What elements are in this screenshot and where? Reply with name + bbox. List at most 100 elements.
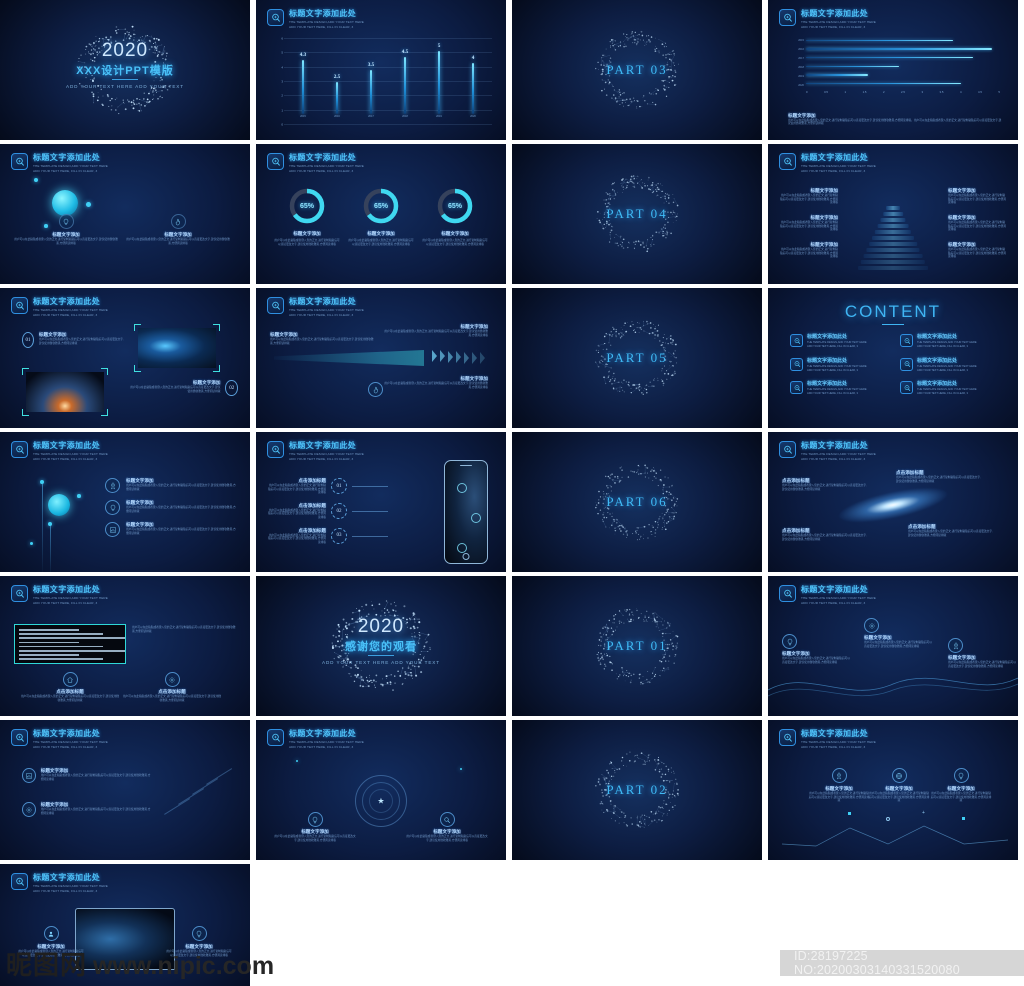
slide-part-03[interactable]: PART 03 xyxy=(512,0,762,140)
wave-item[interactable]: 标题文字添加 用户可以在此粘贴或者键入您的正文,进行复制粘贴后可以直接更改文字,建… xyxy=(948,638,1018,668)
slide-thumbnail-grid: 2020 XXX设计PPT模版 ADD YOUR TEXT HERE ADD YOU… xyxy=(0,0,1024,986)
item-body: 用户可以在此粘贴或者键入您的正文,进行复制粘贴后可以直接更改文字,建议使用微软雅… xyxy=(948,194,1006,205)
galaxy-item[interactable]: 点击添加标题 用户可以在此粘贴或者键入您的正文,进行复制粘贴后可以直接更改文字,建… xyxy=(908,524,994,537)
icon-list-item[interactable]: 标题文字添加 用户可以在此粘贴或者键入您的正文,进行复制粘贴后可以直接更改文字,建… xyxy=(105,478,236,493)
galaxy-item[interactable]: 点击添加标题 用户可以在此粘贴或者键入您的正文,进行复制粘贴后可以直接更改文字,建… xyxy=(896,470,982,483)
laptop-item[interactable]: 标题文字添加 用户可以在此粘贴或者键入您的正文,进行复制粘贴后可以直接更改文字,建… xyxy=(18,926,84,957)
icon-item[interactable]: 标题文字添加 用户可以在此粘贴或者键入您的正文,进行复制粘贴后可以直接更改文字,建… xyxy=(868,768,930,803)
pyramid-step xyxy=(883,212,903,216)
slide-space-images[interactable]: 标题文字添加此处 THE TEMPLATE DESIGN,ADD YOUR TEX… xyxy=(0,288,250,428)
wave-item[interactable]: 标题文字添加 用户可以在此粘贴或者键入您的正文,进行复制粘贴后可以直接更改文字,建… xyxy=(782,634,852,664)
strip-item[interactable]: 点击添加标题 用户可以在此粘贴或者键入您的正文,进行复制粘贴后可以直接更改文字,建… xyxy=(20,672,120,702)
space-image xyxy=(26,372,104,412)
pyramid-label-right[interactable]: 标题文字添加 用户可以在此粘贴或者键入您的正文,进行复制粘贴后可以直接更改文字,建… xyxy=(948,242,1006,259)
icon-item[interactable]: 标题文字添加 用户可以在此粘贴或者键入您的正文,进行复制粘贴后可以直接更改文字,建… xyxy=(808,768,870,803)
item-body: 用户可以在此粘贴或者键入您的正文,进行复制粘贴后可以直接更改文字,建议使用微软雅… xyxy=(908,530,993,537)
content-item[interactable]: 标题文字添加此处 THE TEMPLATE DESIGN,ADD YOUR TEX… xyxy=(790,334,886,349)
bubble-item[interactable]: 标题文字添加 用户可以在此粘贴或者键入您的正文,进行复制粘贴后可以直接更改文字,建… xyxy=(126,214,230,245)
pyramid-step xyxy=(877,224,909,228)
step-item[interactable]: 点击添加标题 用户可以在此粘贴或者键入您的正文,进行复制粘贴后可以直接更改文字,建… xyxy=(268,478,388,495)
pyramid-graphic xyxy=(857,200,929,270)
list-item[interactable]: 标题文字添加 用户可以在此粘贴或者键入您的正文,进行复制粘贴后可以直接更改文字,建… xyxy=(22,768,152,783)
lightbulb-icon xyxy=(60,215,73,228)
slide-content[interactable]: CONTENT 标题文字添加此处 THE TEMPLATE DESIGN,ADD Y… xyxy=(768,288,1018,428)
step-item[interactable]: 点击添加标题 用户可以在此粘贴或者键入您的正文,进行复制粘贴后可以直接更改文字,建… xyxy=(268,528,388,545)
content-item[interactable]: 标题文字添加此处 THE TEMPLATE DESIGN,ADD YOUR TEX… xyxy=(900,334,996,349)
slide-part-02[interactable]: PART 02 xyxy=(512,720,762,860)
content-item[interactable]: 标题文字添加此处 THE TEMPLATE DESIGN,ADD YOUR TEX… xyxy=(900,357,996,373)
slide-pyramid[interactable]: 标题文字添加此处 THE TEMPLATE DESIGN,ADD YOUR TEX… xyxy=(768,144,1018,284)
slide-orbit[interactable]: 标题文字添加此处 THE TEMPLATE DESIGN,ADD YOUR TEX… xyxy=(256,720,506,860)
pyramid-label-right[interactable]: 标题文字添加 用户可以在此粘贴或者键入您的正文,进行复制粘贴后可以直接更改文字,建… xyxy=(948,215,1006,232)
bar xyxy=(806,48,993,50)
content-grid: 标题文字添加此处 THE TEMPLATE DESIGN,ADD YOUR TEX… xyxy=(790,334,996,396)
pyramid-step xyxy=(872,236,914,240)
slide-icon-list[interactable]: 标题文字添加此处 THE TEMPLATE DESIGN,ADD YOUR TEX… xyxy=(0,432,250,572)
slide-laptop[interactable]: 标题文字添加此处 THE TEMPLATE DESIGN,ADD YOUR TEX… xyxy=(0,864,250,986)
slide-part-05[interactable]: PART 05 xyxy=(512,288,762,428)
slide-bubble-two-col[interactable]: 标题文字添加此处 THE TEMPLATE DESIGN,ADD YOUR TEX… xyxy=(0,144,250,284)
funnel-item[interactable]: 标题文字添加 用户可以在此粘贴或者键入您的正文,进行复制粘贴后可以直接更改文字,建… xyxy=(384,376,488,389)
pyramid-label-right[interactable]: 标题文字添加 用户可以在此粘贴或者键入您的正文,进行复制粘贴后可以直接更改文字,建… xyxy=(948,188,1006,205)
icon-item[interactable]: 标题文字添加 用户可以在此粘贴或者键入您的正文,进行复制粘贴后可以直接更改文字,建… xyxy=(930,768,992,803)
icon-list: 标题文字添加 用户可以在此粘贴或者键入您的正文,进行复制粘贴后可以直接更改文字,建… xyxy=(105,478,236,537)
slide-film-strip[interactable]: 标题文字添加此处 THE TEMPLATE DESIGN,ADD YOUR TEX… xyxy=(0,576,250,716)
pyramid-step xyxy=(858,266,928,270)
pyramid-label-left[interactable]: 标题文字添加 用户可以在此粘贴或者键入您的正文,进行复制粘贴后可以直接更改文字,建… xyxy=(780,242,838,259)
numbered-item[interactable]: 02 标题文字添加 用户可以在此粘贴或者键入您的正文,进行复制粘贴后可以直接更改文字… xyxy=(128,380,238,396)
slide-two-row-list[interactable]: 标题文字添加此处 THE TEMPLATE DESIGN,ADD YOUR TEX… xyxy=(0,720,250,860)
slide-wave[interactable]: 标题文字添加此处 THE TEMPLATE DESIGN,ADD YOUR TEX… xyxy=(768,576,1018,716)
cover-year: 2020 xyxy=(101,40,149,61)
strip-item[interactable]: 点击添加标题 用户可以在此粘贴或者键入您的正文,进行复制粘贴后可以直接更改文字,建… xyxy=(122,672,222,702)
wave-item[interactable]: 标题文字添加 用户可以在此粘贴或者键入您的正文,进行复制粘贴后可以直接更改文字,建… xyxy=(864,618,934,648)
header-subtitle-line1: THE TEMPLATE DESIGN,ADD YOUR TEXT HERE xyxy=(801,595,876,600)
funnel-item[interactable]: 标题文字添加 用户可以在此粘贴或者键入您的正文,进行复制粘贴后可以直接更改文字,建… xyxy=(270,332,374,345)
funnel-item[interactable]: 标题文字添加 用户可以在此粘贴或者键入您的正文,进行复制粘贴后可以直接更改文字,建… xyxy=(384,324,488,337)
slide-part-04[interactable]: PART 04 xyxy=(512,144,762,284)
slide-galaxy[interactable]: 标题文字添加此处 THE TEMPLATE DESIGN,ADD YOUR TEX… xyxy=(768,432,1018,572)
slide-cover[interactable]: 2020 XXX设计PPT模版 ADD YOUR TEXT HERE ADD YOU… xyxy=(0,0,250,140)
orbit-item[interactable]: 标题文字添加 用户可以在此粘贴或者键入您的正文,进行复制粘贴后可以直接更改文字,建… xyxy=(274,812,356,842)
slide-part-01[interactable]: PART 01 xyxy=(512,576,762,716)
slide-thanks[interactable]: 2020 感谢您的观看 ADD YOUR TEXT HERE ADD YOUR TE… xyxy=(256,576,506,716)
chevron-right-icon xyxy=(480,352,485,365)
item-body: 用户可以在此粘贴或者键入您的正文,进行复制粘贴后可以直接更改文字,建议使用微软雅… xyxy=(384,382,488,389)
header-subtitle-line2: ADD YOUR TEXT HERE, FILL IN CLEAR, 3 xyxy=(33,601,98,605)
content-item[interactable]: 标题文字添加此处 THE TEMPLATE DESIGN,ADD YOUR TEX… xyxy=(790,357,886,373)
globe-icon xyxy=(893,769,906,782)
slide-donuts[interactable]: 标题文字添加此处 THE TEMPLATE DESIGN,ADD YOUR TEX… xyxy=(256,144,506,284)
slide-hbar-chart[interactable]: 标题文字添加此处 THE TEMPLATE DESIGN,ADD YOUR TEX… xyxy=(768,0,1018,140)
item-body: 用户可以在此粘贴或者键入您的正文,进行复制粘贴后可以直接更改文字,建议使用微软雅… xyxy=(406,835,488,842)
numbered-item[interactable]: 01 标题文字添加 用户可以在此粘贴或者键入您的正文,进行复制粘贴后可以直接更改文字… xyxy=(22,332,126,348)
header-badge xyxy=(779,585,796,602)
frame-corner xyxy=(213,365,220,372)
item-body: 用户可以在此粘贴或者键入您的正文,进行复制粘贴后可以直接更改文字,建议使用微软雅… xyxy=(780,248,838,259)
chart-bars: 4.3 2.5 3.5 4.5 5 4 xyxy=(286,38,490,114)
header-title: 标题文字添加此处 xyxy=(801,153,869,162)
list-item[interactable]: 标题文字添加 用户可以在此粘贴或者键入您的正文,进行复制粘贴后可以直接更改文字,建… xyxy=(22,802,152,817)
header-title: 标题文字添加此处 xyxy=(33,585,101,594)
step-item[interactable]: 点击添加标题 用户可以在此粘贴或者键入您的正文,进行复制粘贴后可以直接更改文字,建… xyxy=(268,503,388,520)
thanks-divider xyxy=(368,655,394,656)
icon-list-item[interactable]: 标题文字添加 用户可以在此粘贴或者键入您的正文,进行复制粘贴后可以直接更改文字,建… xyxy=(105,500,236,515)
slide-part-06[interactable]: PART 06 xyxy=(512,432,762,572)
cover-divider xyxy=(112,79,138,80)
galaxy-item[interactable]: 点击添加标题 用户可以在此粘贴或者键入您的正文,进行复制粘贴后可以直接更改文字,建… xyxy=(782,528,868,541)
pyramid-label-left[interactable]: 标题文字添加 用户可以在此粘贴或者键入您的正文,进行复制粘贴后可以直接更改文字,建… xyxy=(780,215,838,232)
marker-pl-icon: + xyxy=(922,810,925,816)
content-item[interactable]: 标题文字添加此处 THE TEMPLATE DESIGN,ADD YOUR TEX… xyxy=(900,381,996,396)
frame-corner xyxy=(213,324,220,331)
laptop-item[interactable]: 标题文字添加 用户可以在此粘贴或者键入您的正文,进行复制粘贴后可以直接更改文字,建… xyxy=(166,926,232,957)
pyramid-label-left[interactable]: 标题文字添加 用户可以在此粘贴或者键入您的正文,进行复制粘贴后可以直接更改文字,建… xyxy=(780,188,838,205)
item-body: 用户可以在此粘贴或者键入您的正文,进行复制粘贴后可以直接更改文字,建议使用微软雅… xyxy=(384,330,488,337)
slide-three-icons[interactable]: 标题文字添加此处 THE TEMPLATE DESIGN,ADD YOUR TEX… xyxy=(768,720,1018,860)
slide-phone-steps[interactable]: 标题文字添加此处 THE TEMPLATE DESIGN,ADD YOUR TEX… xyxy=(256,432,506,572)
galaxy-item[interactable]: 点击添加标题 用户可以在此粘贴或者键入您的正文,进行复制粘贴后可以直接更改文字,建… xyxy=(782,478,868,491)
icon-list-item[interactable]: 标题文字添加 用户可以在此粘贴或者键入您的正文,进行复制粘贴后可以直接更改文字,建… xyxy=(105,522,236,537)
slide-arrow-funnel[interactable]: 标题文字添加此处 THE TEMPLATE DESIGN,ADD YOUR TEX… xyxy=(256,288,506,428)
content-item[interactable]: 标题文字添加此处 THE TEMPLATE DESIGN,ADD YOUR TEX… xyxy=(790,381,886,396)
horizontal-bar-chart: 2015 2016 2017 2018 2019 2020 0 0.5 1 1.5 2 2.5 3 3.5… xyxy=(784,34,1004,102)
orbit-item[interactable]: 标题文字添加 用户可以在此粘贴或者键入您的正文,进行复制粘贴后可以直接更改文字,建… xyxy=(406,812,488,842)
bubble-item[interactable]: 标题文字添加 用户可以在此粘贴或者键入您的正文,进行复制粘贴后可以直接更改文字,建… xyxy=(14,214,118,245)
slide-column-chart[interactable]: 标题文字添加此处 THE TEMPLATE DESIGN,ADD YOUR TEX… xyxy=(256,0,506,140)
